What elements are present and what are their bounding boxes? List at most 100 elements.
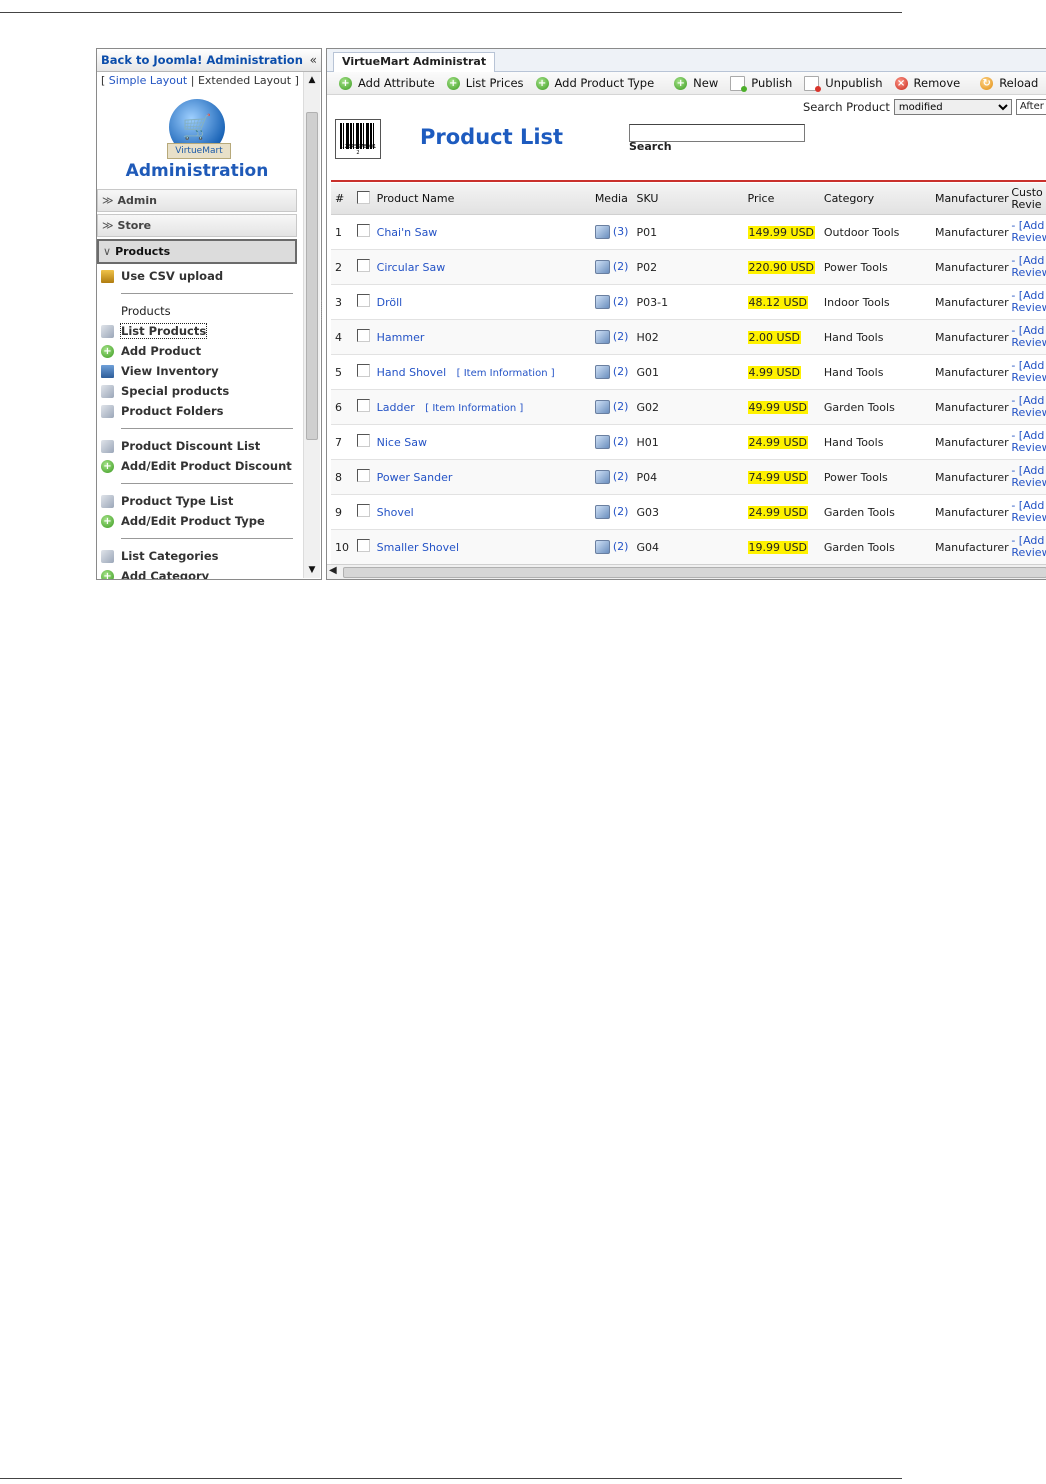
remove-button[interactable]: × Remove bbox=[894, 76, 960, 90]
product-name-link[interactable]: Shovel bbox=[377, 506, 414, 519]
price-value[interactable]: 24.99 USD bbox=[747, 505, 809, 519]
product-name-link[interactable]: Circular Saw bbox=[377, 261, 446, 274]
scrollbar-thumb[interactable] bbox=[343, 567, 1046, 578]
sidebar-scrollbar[interactable]: ▲ ▼ bbox=[303, 72, 320, 578]
sidebar-item-list-categories[interactable]: List Categories bbox=[97, 546, 297, 566]
col-sku-header[interactable]: SKU bbox=[636, 192, 747, 205]
media-cell[interactable]: (2) bbox=[594, 330, 637, 344]
sidebar-item-add-edit-product-discount[interactable]: + Add/Edit Product Discount bbox=[97, 456, 297, 476]
sidebar-item-view-inventory[interactable]: View Inventory bbox=[97, 361, 297, 381]
search-filter-select[interactable]: modified bbox=[893, 99, 1012, 115]
row-checkbox[interactable] bbox=[356, 364, 370, 377]
sidebar-item-add-edit-product-type[interactable]: + Add/Edit Product Type bbox=[97, 511, 297, 531]
price-value[interactable]: 24.99 USD bbox=[747, 435, 809, 449]
new-button[interactable]: + New bbox=[674, 76, 718, 90]
price-value[interactable]: 74.99 USD bbox=[747, 470, 809, 484]
section-admin[interactable]: ≫ Admin bbox=[97, 189, 297, 212]
product-name-link[interactable]: Ladder bbox=[377, 401, 415, 414]
media-cell[interactable]: (2) bbox=[594, 295, 637, 309]
product-name-link[interactable]: Hammer bbox=[377, 331, 425, 344]
add-review-link[interactable]: - [Add Review bbox=[1011, 535, 1046, 559]
search-after-select[interactable]: After bbox=[1015, 99, 1046, 115]
row-checkbox[interactable] bbox=[356, 539, 370, 552]
publish-button[interactable]: Publish bbox=[730, 75, 792, 92]
col-category-header[interactable]: Category bbox=[824, 192, 935, 205]
add-review-link[interactable]: - [Add Review bbox=[1011, 220, 1046, 244]
col-manufacturer-header[interactable]: Manufacturer bbox=[935, 192, 1011, 205]
price-value[interactable]: 2.00 USD bbox=[747, 330, 802, 344]
tab-virtuemart-admin[interactable]: VirtueMart Administrat bbox=[333, 52, 496, 72]
item-information-link[interactable]: [ Item Information ] bbox=[425, 403, 523, 414]
media-cell[interactable]: (2) bbox=[594, 435, 637, 449]
col-product-name-header[interactable]: Product Name bbox=[377, 192, 595, 205]
section-store[interactable]: ≫ Store bbox=[97, 214, 297, 237]
select-all-checkbox[interactable] bbox=[356, 190, 370, 204]
price-value[interactable]: 4.99 USD bbox=[747, 365, 802, 379]
media-cell[interactable]: (2) bbox=[594, 260, 637, 274]
back-to-joomla-link[interactable]: Back to Joomla! Administration bbox=[101, 53, 303, 67]
media-cell[interactable]: (2) bbox=[594, 470, 637, 484]
row-checkbox[interactable] bbox=[356, 399, 370, 412]
sidebar-item-list-products[interactable]: List Products bbox=[97, 321, 297, 341]
sidebar-item-add-product[interactable]: + Add Product bbox=[97, 341, 297, 361]
price-value[interactable]: 220.90 USD bbox=[747, 260, 816, 274]
extended-layout-link[interactable]: Extended Layout bbox=[198, 74, 291, 87]
sidebar-item-product-folders[interactable]: Product Folders bbox=[97, 401, 297, 421]
unpublish-button[interactable]: Unpublish bbox=[804, 75, 883, 92]
price-value[interactable]: 49.99 USD bbox=[747, 400, 809, 414]
simple-layout-link[interactable]: Simple Layout bbox=[109, 74, 187, 87]
sidebar-item-add-category[interactable]: + Add Category bbox=[97, 566, 297, 579]
price-value[interactable]: 149.99 USD bbox=[747, 225, 816, 239]
product-name-link[interactable]: Nice Saw bbox=[377, 436, 427, 449]
add-product-type-button[interactable]: + Add Product Type bbox=[535, 76, 654, 90]
add-review-link[interactable]: - [Add Review bbox=[1011, 290, 1046, 314]
sidebar-item-product-discount-list[interactable]: Product Discount List bbox=[97, 436, 297, 456]
row-checkbox[interactable] bbox=[356, 224, 370, 237]
list-prices-button[interactable]: + List Prices bbox=[446, 76, 524, 90]
scrollbar-thumb[interactable] bbox=[306, 112, 318, 440]
product-name-link[interactable]: Smaller Shovel bbox=[377, 541, 459, 554]
price-value[interactable]: 48.12 USD bbox=[747, 295, 809, 309]
media-cell[interactable]: (2) bbox=[594, 540, 637, 554]
row-checkbox[interactable] bbox=[356, 434, 370, 447]
product-name-link[interactable]: Dröll bbox=[377, 296, 403, 309]
scroll-left-icon[interactable]: ◀ bbox=[329, 565, 337, 576]
add-review-link[interactable]: - [Add Review bbox=[1011, 395, 1046, 419]
row-checkbox[interactable] bbox=[356, 329, 370, 342]
media-cell[interactable]: (2) bbox=[594, 505, 637, 519]
sidebar-item-product-type-list[interactable]: Product Type List bbox=[97, 491, 297, 511]
product-name-link[interactable]: Chai'n Saw bbox=[377, 226, 438, 239]
sidebar-item-special-products[interactable]: Special products bbox=[97, 381, 297, 401]
panel-splitter[interactable] bbox=[321, 300, 325, 320]
add-review-link[interactable]: - [Add Review bbox=[1011, 255, 1046, 279]
scroll-up-icon[interactable]: ▲ bbox=[304, 72, 320, 88]
row-checkbox[interactable] bbox=[356, 259, 370, 272]
media-count: (2) bbox=[612, 505, 629, 518]
sidebar-item-csv-upload[interactable]: Use CSV upload bbox=[97, 266, 297, 286]
col-price-header[interactable]: Price bbox=[748, 192, 824, 205]
row-checkbox[interactable] bbox=[356, 504, 370, 517]
section-products[interactable]: ∨ Products bbox=[97, 239, 297, 264]
item-information-link[interactable]: [ Item Information ] bbox=[457, 368, 555, 379]
layout-separator: | bbox=[187, 74, 198, 87]
scroll-down-icon[interactable]: ▼ bbox=[304, 562, 320, 578]
product-name-link[interactable]: Hand Shovel bbox=[377, 366, 446, 379]
product-name-link[interactable]: Power Sander bbox=[377, 471, 453, 484]
reload-button[interactable]: ↻ Reload bbox=[980, 76, 1038, 90]
row-checkbox[interactable] bbox=[356, 469, 370, 482]
row-checkbox[interactable] bbox=[356, 294, 370, 307]
add-review-link[interactable]: - [Add Review bbox=[1011, 360, 1046, 384]
horizontal-scrollbar[interactable]: ◀ bbox=[327, 564, 1046, 579]
add-review-link[interactable]: - [Add Review bbox=[1011, 325, 1046, 349]
add-review-link[interactable]: - [Add Review bbox=[1011, 465, 1046, 489]
media-cell[interactable]: (2) bbox=[594, 365, 637, 379]
price-value[interactable]: 19.99 USD bbox=[747, 540, 809, 554]
header-divider bbox=[331, 180, 1046, 182]
media-cell[interactable]: (2) bbox=[594, 400, 637, 414]
collapse-sidebar-icon[interactable]: « bbox=[310, 53, 317, 67]
media-cell[interactable]: (3) bbox=[594, 225, 637, 239]
search-button[interactable]: Search bbox=[629, 140, 672, 153]
add-review-link[interactable]: - [Add Review bbox=[1011, 500, 1046, 524]
add-review-link[interactable]: - [Add Review bbox=[1011, 430, 1046, 454]
add-attribute-button[interactable]: + Add Attribute bbox=[339, 76, 435, 90]
